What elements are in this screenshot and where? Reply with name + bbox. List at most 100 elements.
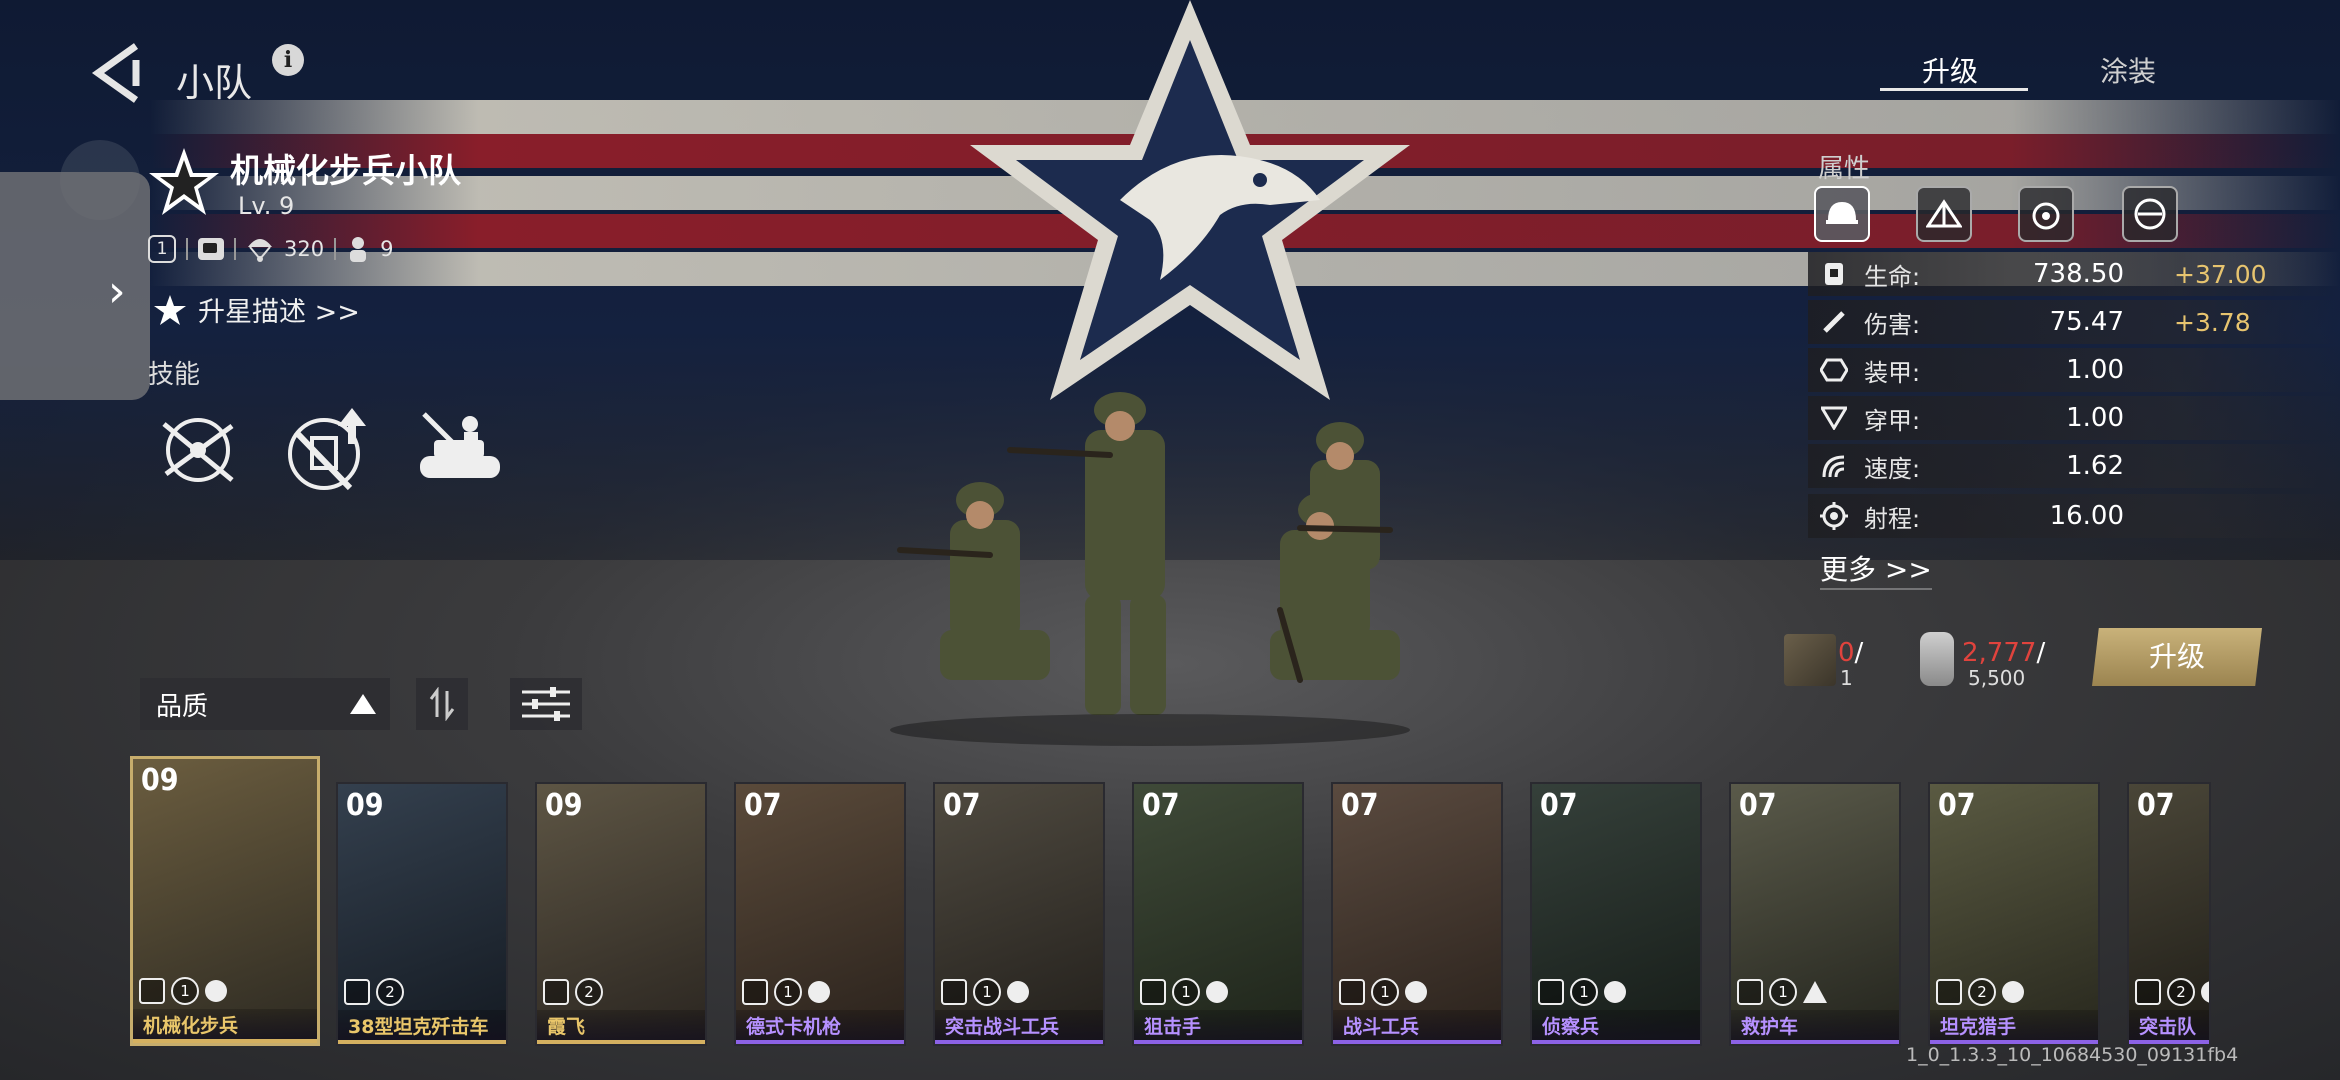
- card-cost-current: 0/: [1838, 638, 1864, 668]
- side-panel-toggle[interactable]: ›: [0, 172, 150, 400]
- card-level: 07: [943, 788, 981, 823]
- skill-1[interactable]: [152, 404, 244, 496]
- rarity-bar: [133, 1039, 317, 1043]
- card-name: 德式卡机枪: [736, 1010, 904, 1044]
- warning-icon: [1803, 981, 1827, 1003]
- info-icon[interactable]: i: [272, 44, 304, 76]
- rarity-bar: [1731, 1040, 1899, 1044]
- health-icon: [1814, 259, 1854, 289]
- rank-badge: 1: [148, 235, 176, 263]
- card-level: 07: [1739, 788, 1777, 823]
- sort-label: 品质: [156, 691, 209, 722]
- stars-icon: [154, 294, 186, 325]
- tank-icon: [344, 979, 370, 1005]
- attr-tab-target[interactable]: [2018, 186, 2074, 242]
- soldier-count: 9: [380, 237, 394, 261]
- flag-icon: [205, 980, 227, 1002]
- card-count: 1: [171, 977, 199, 1005]
- card-cost-required: 1: [1840, 666, 1853, 690]
- unit-card[interactable]: 09 2 霞飞: [535, 782, 707, 1046]
- unit-card[interactable]: 07 1 侦察兵: [1530, 782, 1702, 1046]
- unit-card[interactable]: 07 1 战斗工兵: [1331, 782, 1503, 1046]
- tank-rider-skill-icon: [420, 412, 500, 478]
- unit-card[interactable]: 09 1 机械化步兵: [130, 756, 320, 1046]
- parachute-icon: [248, 239, 272, 262]
- unit-card[interactable]: 07 1 突击战斗工兵: [933, 782, 1105, 1046]
- card-level: 07: [1938, 788, 1976, 823]
- stat-row-armor: 装甲: 1.00: [1808, 348, 2340, 392]
- ambulance-icon: [1737, 979, 1763, 1005]
- skill-2[interactable]: [282, 404, 374, 496]
- stat-bonus: +37.00: [2174, 259, 2267, 289]
- dogtag-cost-required: 5,500: [1968, 666, 2026, 690]
- stat-value: 75.47: [2049, 307, 2124, 337]
- dogtag-icon: [1920, 632, 1954, 686]
- stat-row-health: 生命: 738.50 +37.00: [1808, 252, 2340, 296]
- stat-row-range: 射程: 16.00: [1808, 494, 2340, 538]
- flag-icon: [1206, 981, 1228, 1003]
- crossed-rifle-skill-icon: [162, 418, 234, 482]
- card-count: 1: [774, 978, 802, 1006]
- stat-name: 速度:: [1864, 454, 1921, 483]
- card-level: 07: [1142, 788, 1180, 823]
- attributes-title: 属性: [1818, 154, 1871, 184]
- card-level: 07: [744, 788, 782, 823]
- tab-upgrade[interactable]: 升级: [1922, 50, 1978, 90]
- tab-paint[interactable]: 涂装: [2100, 50, 2156, 90]
- flag-icon: [808, 981, 830, 1003]
- flag-icon: [2201, 981, 2209, 1003]
- target-icon: [2032, 202, 2060, 230]
- more-attributes-link[interactable]: 更多 >>: [1820, 548, 1932, 590]
- sort-dropdown[interactable]: 品质: [140, 678, 390, 730]
- antitank-icon: [1936, 979, 1962, 1005]
- back-button[interactable]: [88, 40, 144, 106]
- upgrade-button[interactable]: 升级: [2092, 628, 2262, 686]
- helmet-icon: [1826, 202, 1858, 224]
- card-icons: 1: [1339, 978, 1427, 1006]
- armor-icon: [1814, 355, 1854, 385]
- rarity-bar: [736, 1040, 904, 1044]
- sort-order-button[interactable]: [416, 678, 468, 730]
- unit-card[interactable]: 07 1 救护车: [1729, 782, 1901, 1046]
- star-upgrade-description-link[interactable]: 升星描述 >>: [152, 290, 360, 329]
- stat-row-penetration: 穿甲: 1.00: [1808, 396, 2340, 440]
- unit-name: 机械化步兵小队: [230, 151, 461, 190]
- unit-card[interactable]: 07 2 突击队: [2127, 782, 2211, 1046]
- stat-name: 伤害:: [1864, 310, 1921, 339]
- machinegun-icon: [742, 979, 768, 1005]
- star-desc-label: 升星描述 >>: [198, 297, 360, 328]
- card-count: 1: [1570, 978, 1598, 1006]
- speed-icon: [1814, 451, 1854, 481]
- filter-button[interactable]: [510, 678, 582, 730]
- unit-card-cost-icon: [1784, 634, 1836, 686]
- unit-card[interactable]: 07 1 德式卡机枪: [734, 782, 906, 1046]
- card-count: 1: [1371, 978, 1399, 1006]
- attr-tab-rifle[interactable]: [2122, 186, 2178, 242]
- card-icons: 2: [2135, 978, 2209, 1006]
- card-level: 07: [1341, 788, 1379, 823]
- card-icons: 1: [139, 977, 227, 1005]
- infantry-squad-model: [890, 392, 1410, 746]
- card-name: 狙击手: [1134, 1010, 1302, 1044]
- upgrade-weapons-skill-icon: [288, 408, 366, 491]
- tab-active-indicator: [1880, 88, 2028, 91]
- skill-3[interactable]: [414, 404, 506, 496]
- attr-tab-helmet[interactable]: [1814, 186, 1870, 242]
- card-icons: 1: [1737, 978, 1827, 1006]
- flag-icon: [1604, 981, 1626, 1003]
- card-count: 2: [2167, 978, 2195, 1006]
- attr-tab-tent[interactable]: [1916, 186, 1972, 242]
- airdrop-count: 320: [284, 237, 325, 261]
- stat-value: 1.62: [2066, 451, 2124, 481]
- card-icons: 1: [941, 978, 1029, 1006]
- unit-card[interactable]: 09 2 38型坦克歼击车: [336, 782, 508, 1046]
- caret-up-icon: [350, 694, 376, 714]
- card-level: 09: [141, 763, 179, 798]
- card-count: 2: [575, 978, 603, 1006]
- card-count: 2: [1968, 978, 1996, 1006]
- unit-card[interactable]: 07 2 坦克猎手: [1928, 782, 2100, 1046]
- card-level: 07: [2137, 788, 2175, 823]
- top-tabs: 升级 涂装: [1880, 50, 2180, 94]
- unit-card[interactable]: 07 1 狙击手: [1132, 782, 1304, 1046]
- rarity-bar: [1134, 1040, 1302, 1044]
